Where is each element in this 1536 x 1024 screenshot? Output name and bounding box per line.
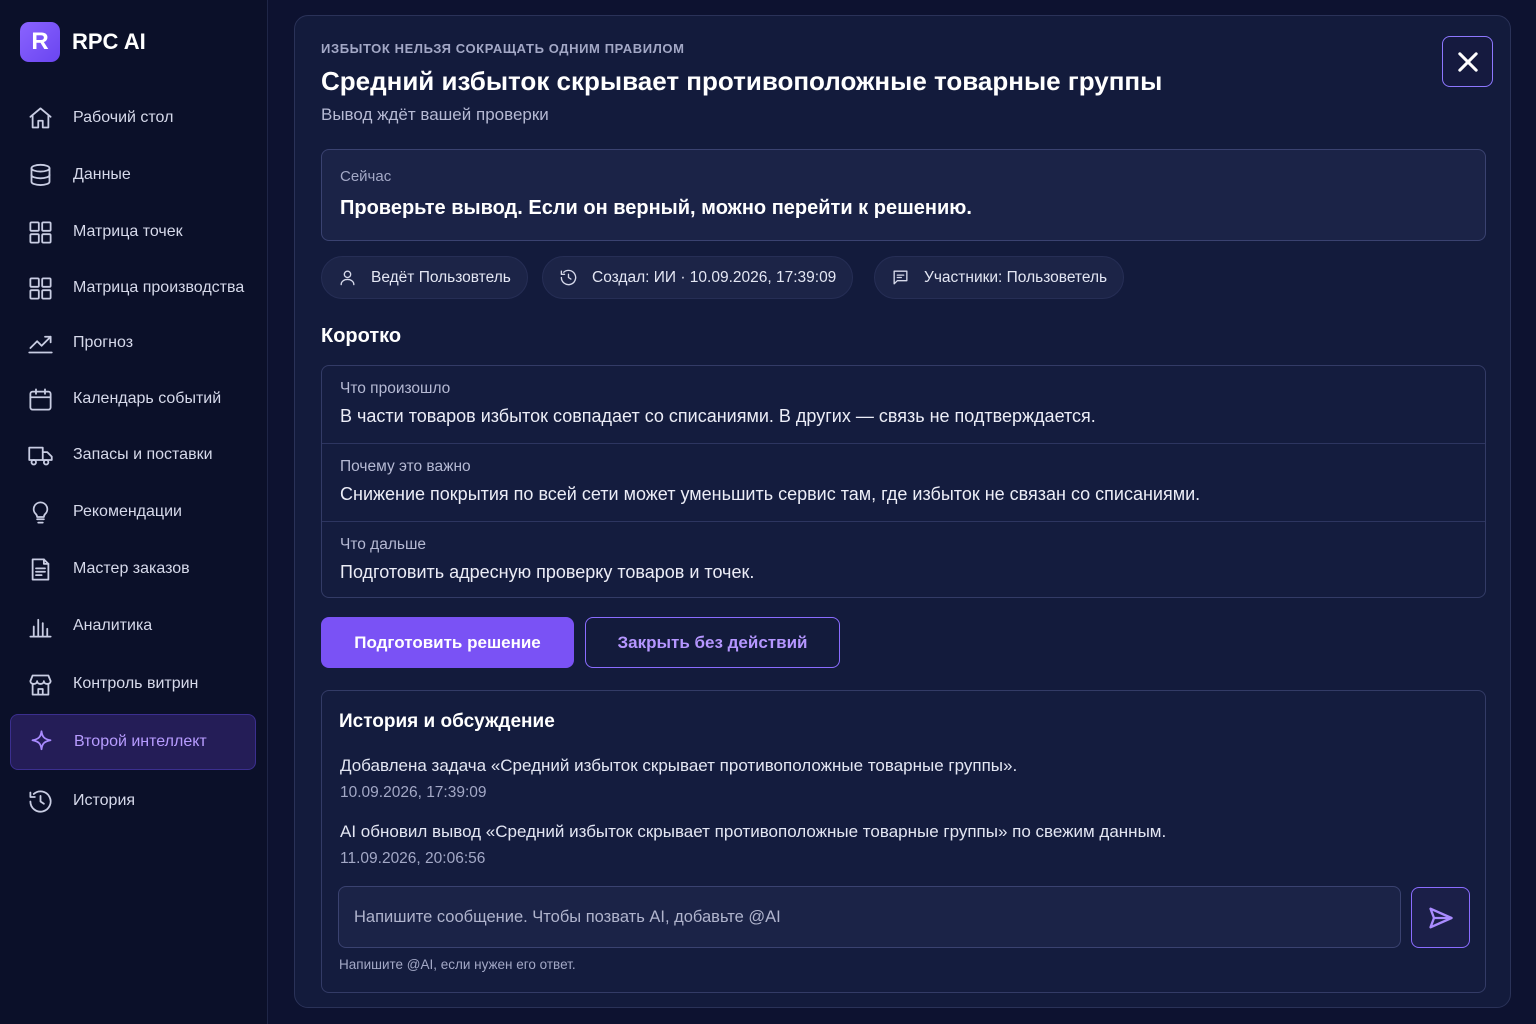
history-entry-text: AI обновил вывод «Средний избыток скрыва… — [340, 822, 1167, 841]
trend-chart-icon — [26, 329, 54, 357]
sparkle-icon — [27, 728, 55, 756]
current-step-card: Сейчас Проверьте вывод. Если он верный, … — [321, 149, 1486, 241]
sidebar-item-label: Запасы и поставки — [73, 446, 213, 463]
sidebar-item-label: Календарь событий — [73, 390, 222, 407]
document-icon — [26, 555, 54, 583]
summary-row-value: В части товаров избыток совпадает со спи… — [340, 406, 1096, 426]
close-without-action-button[interactable]: Закрыть без действий — [585, 617, 840, 668]
sidebar-item-second-intelligence[interactable]: Второй интеллект — [10, 714, 256, 770]
current-step-label: Сейчас — [340, 168, 392, 185]
history-entry-date: 10.09.2026, 17:39:09 — [340, 784, 487, 801]
sidebar-item-points-matrix[interactable]: Матрица точек — [10, 204, 256, 260]
sidebar-item-label: История — [73, 792, 136, 809]
calendar-icon — [26, 385, 54, 413]
prepare-decision-button[interactable]: Подготовить решение — [321, 617, 574, 668]
sidebar-item-label: Матрица точек — [73, 223, 183, 240]
database-icon — [26, 161, 54, 189]
summary-row-label: Почему это важно — [340, 458, 471, 475]
sidebar-item-label: Второй интеллект — [74, 733, 207, 750]
summary-row-label: Что произошло — [340, 380, 451, 397]
sidebar-item-history[interactable]: История — [10, 773, 256, 829]
message-input[interactable] — [338, 886, 1401, 948]
sidebar-item-label: Рабочий стол — [73, 109, 174, 126]
sidebar-item-order-wizard[interactable]: Мастер заказов — [10, 541, 256, 597]
sidebar-item-label: Контроль витрин — [73, 675, 199, 692]
participants-chip-text: Участники: Пользоветель — [924, 268, 1108, 286]
sidebar-item-showcase-control[interactable]: Контроль витрин — [10, 656, 256, 712]
history-entry: Добавлена задача «Средний избыток скрыва… — [340, 756, 1017, 802]
message-icon — [893, 270, 908, 285]
lightbulb-icon — [26, 498, 54, 526]
created-chip: Создал: ИИ · 10.09.2026, 17:39:09 — [542, 256, 854, 299]
summary-row-value: Подготовить адресную проверку товаров и … — [340, 562, 755, 582]
storefront-icon — [26, 670, 54, 698]
history-icon — [560, 269, 577, 286]
app-name: RPC AI — [72, 29, 146, 54]
history-discussion-card: История и обсуждение Добавлена задача «С… — [321, 690, 1486, 993]
insight-panel: Избыток нельзя сокращать одним правилом … — [294, 15, 1511, 1008]
close-button[interactable] — [1442, 36, 1493, 87]
panel-eyebrow: Избыток нельзя сокращать одним правилом — [321, 41, 685, 56]
sidebar-item-label: Матрица производства — [73, 279, 245, 296]
summary-row: Что произошло В части товаров избыток со… — [322, 366, 1485, 444]
sidebar-item-recommendations[interactable]: Рекомендации — [10, 484, 256, 540]
summary-card: Что произошло В части товаров избыток со… — [321, 365, 1486, 598]
user-icon — [340, 270, 355, 286]
grid-icon — [26, 218, 54, 246]
participants-chip: Участники: Пользоветель — [874, 256, 1125, 299]
summary-title: Коротко — [321, 325, 402, 347]
logo-mark: R — [20, 22, 60, 62]
history-icon — [26, 787, 54, 815]
ai-mention-hint: Напишите @AI, если нужен его ответ. — [339, 957, 576, 972]
created-chip-text: Создал: ИИ · 10.09.2026, 17:39:09 — [592, 268, 837, 286]
sidebar-item-data[interactable]: Данные — [10, 147, 256, 203]
sidebar-item-label: Прогноз — [73, 334, 134, 351]
history-entry: AI обновил вывод «Средний избыток скрыва… — [340, 822, 1166, 868]
summary-row: Что дальше Подготовить адресную проверку… — [322, 521, 1485, 597]
sidebar: R RPC AI Рабочий стол Данные Матрица точ… — [0, 0, 268, 1024]
sidebar-item-events-calendar[interactable]: Календарь событий — [10, 371, 256, 427]
sidebar-item-dashboard[interactable]: Рабочий стол — [10, 90, 256, 146]
owner-chip-text: Ведёт Пользовтель — [371, 268, 511, 286]
home-icon — [26, 104, 54, 132]
grid-icon — [26, 274, 54, 302]
sidebar-item-label: Рекомендации — [73, 503, 182, 520]
sidebar-item-production-matrix[interactable]: Матрица производства — [10, 260, 256, 316]
app-logo[interactable]: R RPC AI — [20, 22, 146, 62]
sidebar-item-forecast[interactable]: Прогноз — [10, 315, 256, 371]
sidebar-item-label: Аналитика — [73, 617, 153, 634]
sidebar-item-stock-supply[interactable]: Запасы и поставки — [10, 427, 256, 483]
send-button[interactable] — [1411, 887, 1470, 948]
page-title: Средний избыток скрывает противоположные… — [321, 66, 1163, 96]
truck-icon — [26, 441, 54, 469]
history-entry-text: Добавлена задача «Средний избыток скрыва… — [340, 756, 1018, 775]
sidebar-item-label: Данные — [73, 166, 131, 183]
owner-chip: Ведёт Пользовтель — [321, 256, 528, 299]
current-step-text: Проверьте вывод. Если он верный, можно п… — [340, 197, 972, 219]
panel-subtitle: Вывод ждёт вашей проверки — [321, 105, 549, 124]
send-icon — [1428, 907, 1453, 928]
history-entry-date: 11.09.2026, 20:06:56 — [340, 850, 486, 867]
close-icon — [1457, 51, 1478, 72]
summary-row-label: Что дальше — [340, 536, 427, 553]
summary-row-value: Снижение покрытия по всей сети может уме… — [340, 484, 1201, 504]
summary-row: Почему это важно Снижение покрытия по вс… — [322, 443, 1485, 521]
bar-chart-icon — [26, 612, 54, 640]
sidebar-item-label: Мастер заказов — [73, 560, 190, 577]
sidebar-item-analytics[interactable]: Аналитика — [10, 598, 256, 654]
history-title: История и обсуждение — [339, 711, 555, 732]
